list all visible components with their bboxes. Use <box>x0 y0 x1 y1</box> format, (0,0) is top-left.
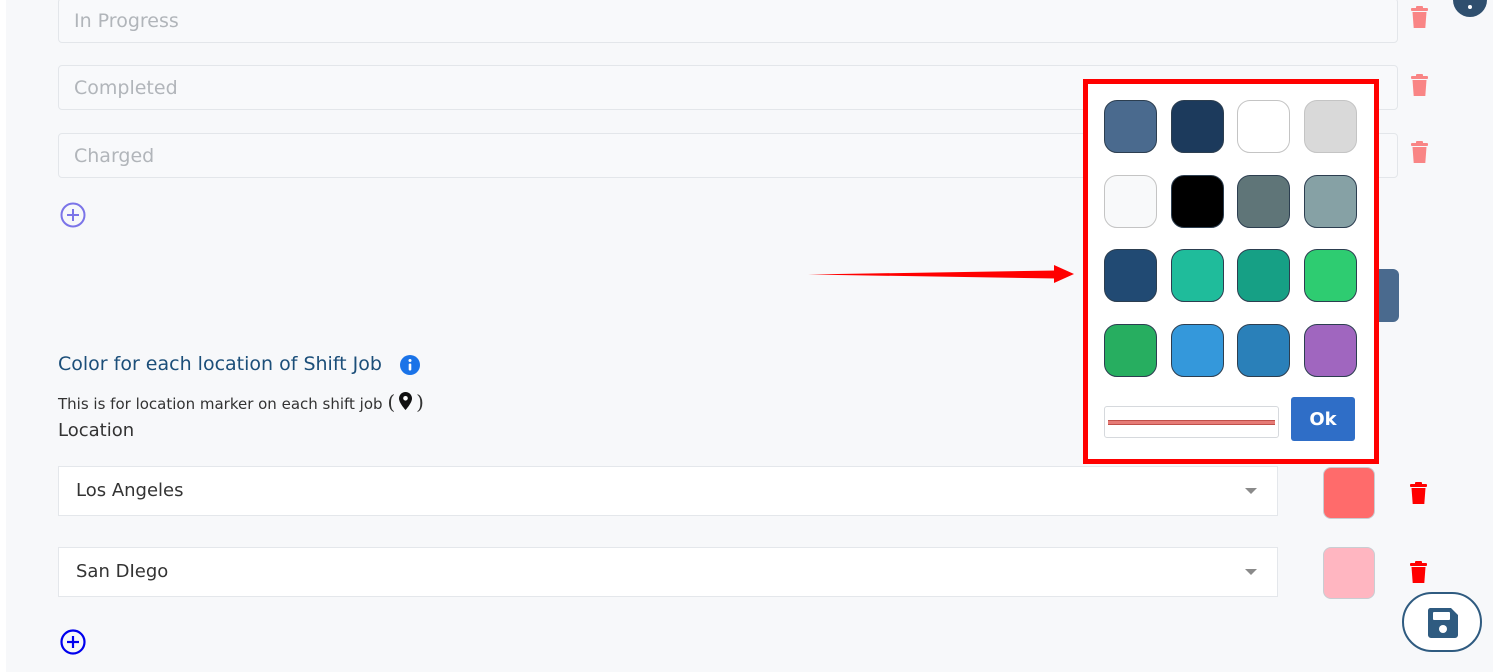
trash-icon[interactable] <box>1410 561 1427 583</box>
select-value: Los Angeles <box>76 480 184 501</box>
info-icon[interactable] <box>400 355 420 375</box>
color-swatch[interactable] <box>1237 174 1290 228</box>
color-swatch[interactable] <box>1104 100 1157 153</box>
color-swatch[interactable] <box>1170 174 1224 228</box>
annotation-arrow-icon <box>808 265 1074 283</box>
save-button[interactable] <box>1402 592 1482 652</box>
color-swatch[interactable] <box>1104 323 1157 377</box>
trash-icon[interactable] <box>1411 141 1428 163</box>
trash-icon[interactable] <box>1411 74 1428 96</box>
location-color-swatch[interactable] <box>1323 467 1375 519</box>
location-select-san-diego[interactable]: San DIego <box>58 547 1278 597</box>
color-swatch[interactable] <box>1237 100 1290 153</box>
add-location-plus-circle-icon[interactable] <box>60 629 86 655</box>
section-subtitle: This is for location marker on each shif… <box>58 390 424 414</box>
status-input[interactable] <box>59 0 1397 42</box>
location-label: Location <box>58 420 135 441</box>
color-swatch[interactable] <box>1104 174 1157 228</box>
color-swatch[interactable] <box>1237 323 1290 377</box>
color-swatch[interactable] <box>1303 100 1357 153</box>
subtitle-paren-open: ( <box>387 390 396 414</box>
color-swatch[interactable] <box>1303 323 1357 377</box>
chevron-down-icon <box>1245 488 1257 494</box>
color-picker-popover: Ok <box>1083 79 1379 464</box>
map-pin-icon <box>399 392 413 410</box>
color-swatch[interactable] <box>1170 249 1224 302</box>
section-title: Color for each location of Shift Job <box>58 353 382 375</box>
subtitle-paren-close: ) <box>416 390 424 414</box>
color-value-input[interactable] <box>1104 406 1279 438</box>
color-swatch[interactable] <box>1104 249 1157 302</box>
current-color-bar <box>1108 420 1275 425</box>
location-color-swatch[interactable] <box>1323 547 1375 599</box>
ok-button[interactable]: Ok <box>1291 397 1355 441</box>
location-select-los-angeles[interactable]: Los Angeles <box>58 466 1278 516</box>
chevron-down-icon <box>1245 569 1257 575</box>
select-value: San DIego <box>76 561 169 582</box>
trash-icon[interactable] <box>1411 6 1428 28</box>
add-status-plus-circle-icon[interactable] <box>60 202 86 228</box>
color-swatch[interactable] <box>1170 323 1224 377</box>
trash-icon[interactable] <box>1410 482 1427 504</box>
subtitle-text: This is for location marker on each shif… <box>58 395 383 413</box>
color-swatch[interactable] <box>1170 100 1224 153</box>
color-swatch[interactable] <box>1303 249 1357 302</box>
floppy-disk-icon <box>1427 608 1458 638</box>
color-swatch[interactable] <box>1303 174 1357 228</box>
status-field-in-progress[interactable] <box>58 0 1398 43</box>
color-swatch[interactable] <box>1237 249 1290 302</box>
